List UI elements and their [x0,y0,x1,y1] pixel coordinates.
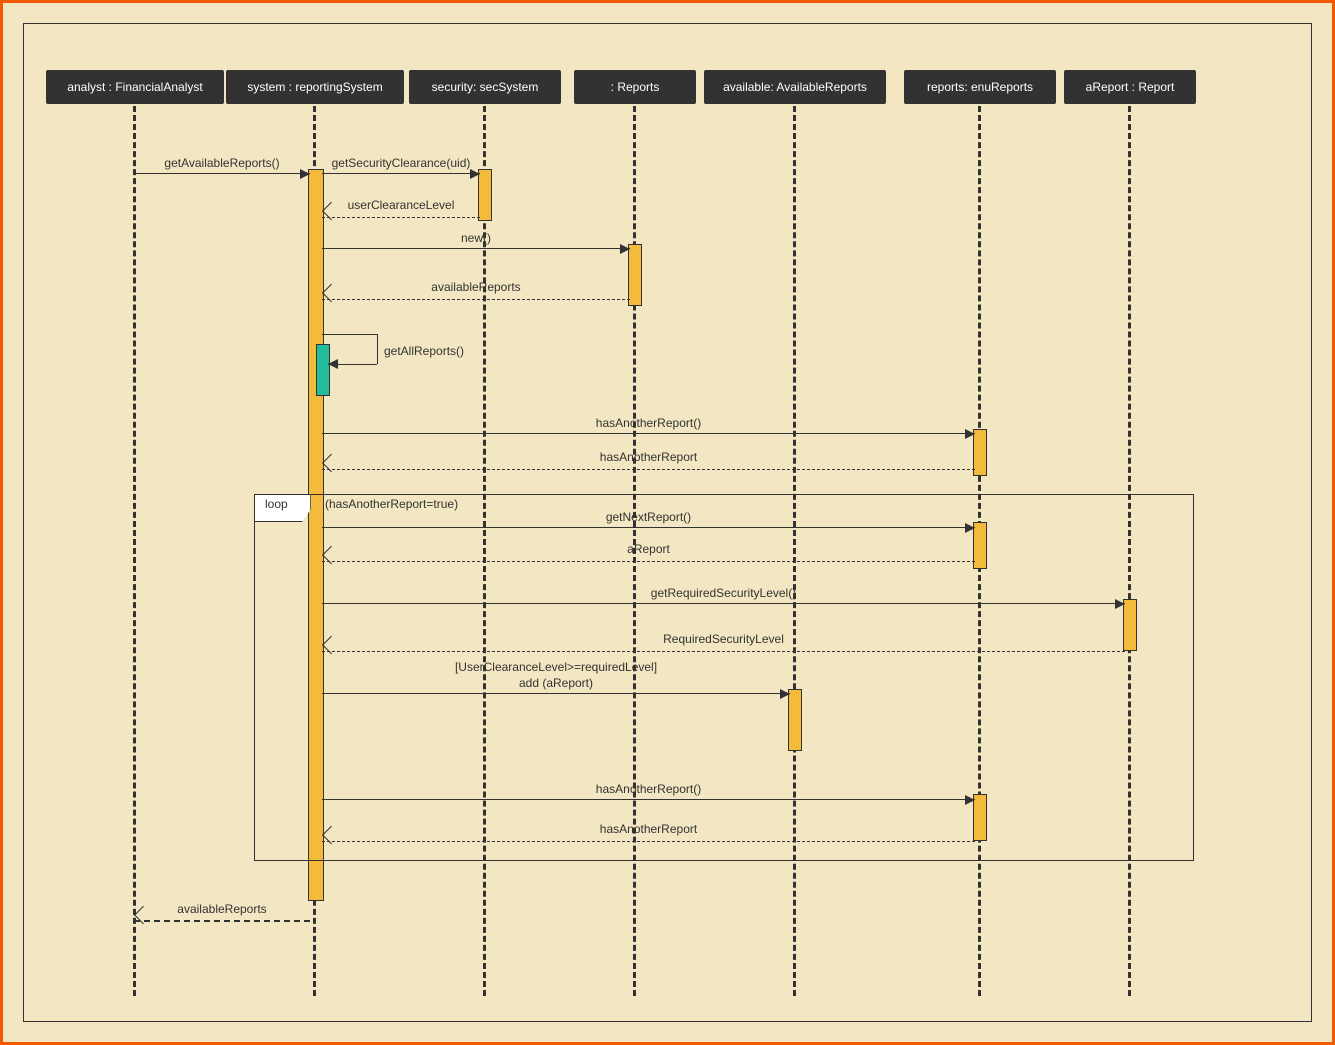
lifeline-header: reports: enuReports [904,70,1056,104]
msg-availableReports-1: availableReports [322,282,630,300]
msg-hasAnotherReport-1: hasAnotherReport() [322,416,975,434]
msg-getNextReport: getNextReport() [322,510,975,528]
msg-getAllReports-self: getAllReports() [322,334,412,374]
msg-new: new() [322,231,630,249]
msg-getRequiredSecurityLevel: getRequiredSecurityLevel() [322,586,1125,604]
lifeline-header: available: AvailableReports [704,70,886,104]
diagram-outer-frame: analyst : FinancialAnalyst system : repo… [0,0,1335,1045]
msg-userClearanceLevel: userClearanceLevel [322,200,480,218]
lifeline-header: : Reports [574,70,696,104]
loop-condition: (hasAnotherReport=true) [325,497,458,511]
activation-reports [628,244,642,306]
lifeline-header: aReport : Report [1064,70,1196,104]
loop-label: loop [254,494,311,522]
lifeline-header: analyst : FinancialAnalyst [46,70,224,104]
diagram-canvas: analyst : FinancialAnalyst system : repo… [23,23,1312,1022]
msg-getAvailableReports: getAvailableReports() [134,156,310,174]
msg-hasAnotherReport-2: hasAnotherReport() [322,782,975,800]
lifeline-header: security: secSystem [409,70,561,104]
msg-availableReports-final: availableReports [134,904,310,922]
msg-hasAnotherReport-return-1: hasAnotherReport [322,452,975,470]
msg-aReport: aReport [322,544,975,562]
msg-add: [UserClearanceLevel>=requiredLevel] add … [322,676,790,694]
activation-security [478,169,492,221]
msg-RequiredSecurityLevel: RequiredSecurityLevel [322,634,1125,652]
msg-getSecurityClearance: getSecurityClearance(uid) [322,156,480,174]
activation-enu-1 [973,429,987,476]
lifeline-header: system : reportingSystem [226,70,404,104]
msg-hasAnotherReport-return-2: hasAnotherReport [322,824,975,842]
